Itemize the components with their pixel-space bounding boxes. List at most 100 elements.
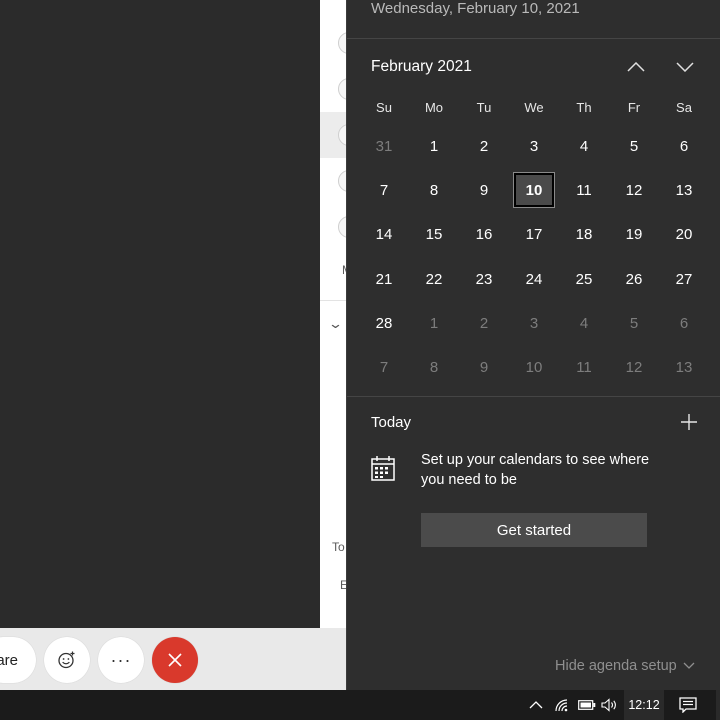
avatar — [338, 170, 346, 192]
calendar-day-number: 21 — [375, 270, 393, 288]
calendar-day[interactable]: 3 — [509, 124, 559, 168]
calendar-day-other-month[interactable]: 6 — [659, 301, 709, 345]
calendar-day-other-month[interactable]: 7 — [359, 345, 409, 389]
calendar-day-other-month[interactable]: 9 — [459, 345, 509, 389]
agenda-setup-message: Set up your calendars to see where you n… — [421, 452, 650, 488]
calendar-day-number: 15 — [425, 226, 443, 244]
day-of-week-label: We — [524, 100, 544, 115]
calendar-day-number: 11 — [576, 359, 592, 377]
app-dark-panel — [0, 0, 320, 628]
day-of-week-label: Su — [376, 100, 392, 115]
calendar-day[interactable]: 12 — [609, 168, 659, 212]
agenda-today-label: Today — [371, 414, 412, 431]
calendar-days: 31 1 2 3 4 5 6 7 8 9 10 11 12 13 14 15 16 17 18 19 20 21 22 23 2… — [359, 124, 709, 390]
calendar-day-other-month[interactable]: 10 — [509, 345, 559, 389]
calendar-day-other-month[interactable]: 3 — [509, 301, 559, 345]
calendar-day[interactable]: 4 — [559, 124, 609, 168]
previous-month-button[interactable] — [621, 53, 651, 81]
show-desktop-button[interactable] — [716, 690, 720, 720]
calendar-day[interactable]: 13 — [659, 168, 709, 212]
calendar-day-number: 6 — [679, 314, 689, 332]
calendar-day-other-month[interactable]: 11 — [559, 345, 609, 389]
calendar-day-number: 16 — [475, 226, 493, 244]
calendar-day[interactable]: 6 — [659, 124, 709, 168]
calendar-day-other-month[interactable]: 2 — [459, 301, 509, 345]
calendar-day[interactable]: 21 — [359, 257, 409, 301]
calendar-day-other-month[interactable]: 8 — [409, 345, 459, 389]
calendar-day-selected[interactable]: 10 — [509, 168, 559, 212]
divider — [320, 300, 346, 301]
calendar-day-other-month[interactable]: 13 — [659, 345, 709, 389]
day-of-week-label: Sa — [676, 100, 692, 115]
hang-up-button[interactable] — [152, 637, 198, 683]
calendar-day-other-month[interactable]: 4 — [559, 301, 609, 345]
calendar-day-other-month[interactable]: 12 — [609, 345, 659, 389]
calendar-day[interactable]: 11 — [559, 168, 609, 212]
calendar-day-number: 11 — [576, 181, 592, 199]
calendar-day-number: 17 — [525, 226, 543, 244]
network-button[interactable] — [551, 690, 573, 720]
full-date-header[interactable]: Wednesday, February 10, 2021 — [371, 0, 580, 17]
clock-button[interactable]: 12:12 — [624, 690, 664, 720]
plus-icon — [681, 414, 697, 430]
calendar-day[interactable]: 15 — [409, 213, 459, 257]
notification-icon — [679, 697, 697, 713]
calendar-day[interactable]: 26 — [609, 257, 659, 301]
show-hidden-icons-button[interactable] — [525, 690, 547, 720]
calendar-day[interactable]: 23 — [459, 257, 509, 301]
calendar-day-other-month[interactable]: 5 — [609, 301, 659, 345]
calendar-day-number: 22 — [425, 270, 443, 288]
next-month-button[interactable] — [670, 53, 700, 81]
calendar-day[interactable]: 28 — [359, 301, 409, 345]
list-text-fragment: To — [332, 540, 345, 554]
volume-button[interactable] — [599, 690, 621, 720]
day-of-week-label: Tu — [476, 100, 492, 115]
day-of-week-header: Su Mo Tu We Th Fr Sa — [359, 94, 709, 122]
calendar-day[interactable]: 14 — [359, 213, 409, 257]
calendar-day[interactable]: 7 — [359, 168, 409, 212]
calendar-day[interactable]: 19 — [609, 213, 659, 257]
share-label: are — [0, 651, 18, 669]
calendar-day-number: 2 — [479, 137, 489, 155]
calendar-day-number: 8 — [429, 359, 439, 377]
calendar-day[interactable]: 16 — [459, 213, 509, 257]
calendar-day[interactable]: 24 — [509, 257, 559, 301]
calendar-day-number: 13 — [675, 359, 693, 377]
hide-agenda-setup-button[interactable]: Hide agenda setup — [555, 658, 695, 674]
calendar-day[interactable]: 22 — [409, 257, 459, 301]
calendar-day-number: 12 — [625, 181, 643, 199]
calendar-day[interactable]: 5 — [609, 124, 659, 168]
battery-button[interactable] — [576, 690, 598, 720]
calendar-day-number: 28 — [375, 314, 393, 332]
calendar-day[interactable]: 17 — [509, 213, 559, 257]
calendar-day[interactable]: 20 — [659, 213, 709, 257]
chevron-down-icon[interactable]: ⌄ — [328, 316, 343, 332]
calendar-day[interactable]: 2 — [459, 124, 509, 168]
clock-time: 12:12 — [628, 698, 660, 712]
action-center-button[interactable] — [668, 690, 708, 720]
calendar-day[interactable]: 25 — [559, 257, 609, 301]
month-label[interactable]: February 2021 — [371, 58, 472, 76]
calendar-day[interactable]: 9 — [459, 168, 509, 212]
calendar-day[interactable]: 8 — [409, 168, 459, 212]
calendar-day[interactable]: 1 — [409, 124, 459, 168]
get-started-button[interactable]: Get started — [421, 513, 647, 547]
add-event-button[interactable] — [677, 410, 701, 434]
calendar-day[interactable]: 18 — [559, 213, 609, 257]
reactions-button[interactable] — [44, 637, 90, 683]
calendar-day-number: 5 — [629, 137, 639, 155]
calendar-flyout: Wednesday, February 10, 2021 February 20… — [346, 0, 720, 690]
calendar-day-other-month[interactable]: 1 — [409, 301, 459, 345]
calendar-day-number: 19 — [625, 226, 643, 244]
day-of-week-label: Th — [576, 100, 592, 115]
avatar — [338, 78, 346, 100]
avatar — [338, 32, 346, 54]
calendar-day-number: 23 — [475, 270, 493, 288]
more-options-button[interactable]: ··· — [98, 637, 144, 683]
calendar-day-other-month[interactable]: 31 — [359, 124, 409, 168]
speaker-icon — [601, 698, 616, 712]
calendar-day-number: 31 — [375, 137, 393, 155]
calendar-day-number: 9 — [479, 359, 489, 377]
calendar-day-number: 4 — [579, 314, 589, 332]
calendar-day[interactable]: 27 — [659, 257, 709, 301]
